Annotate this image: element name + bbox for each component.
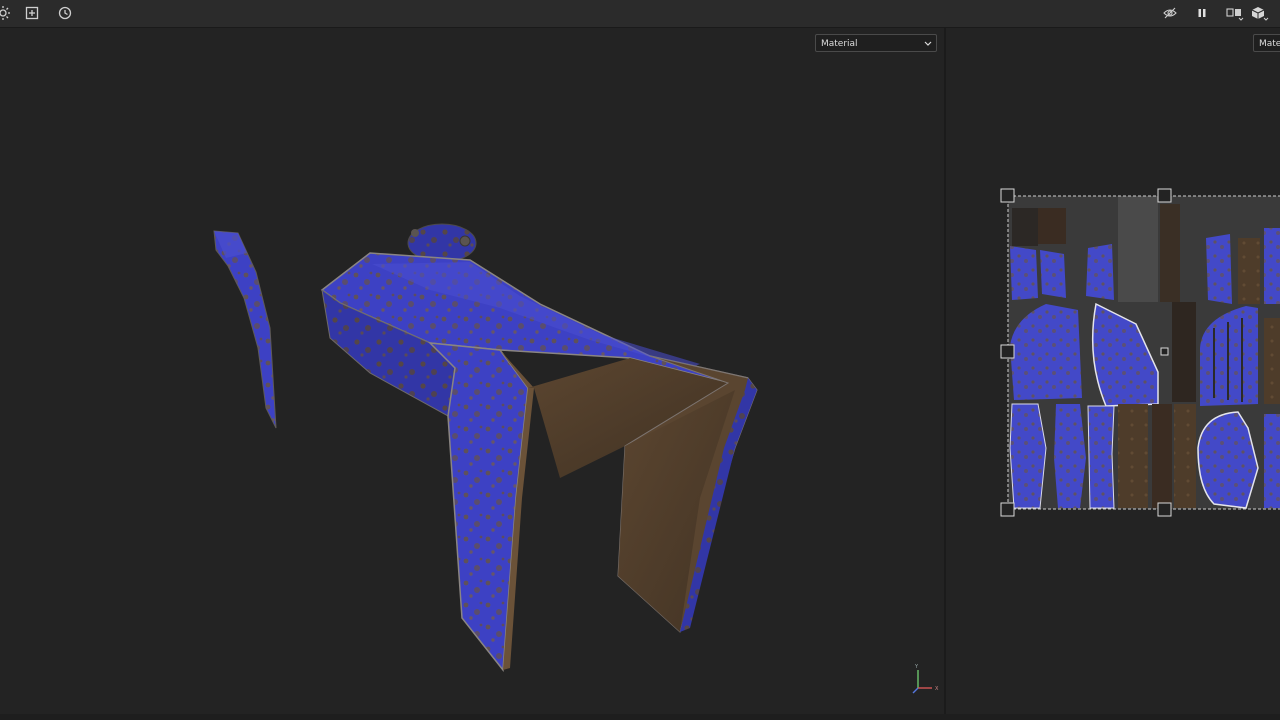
- add-frame-icon[interactable]: [21, 3, 43, 23]
- pause-icon[interactable]: [1191, 3, 1213, 23]
- bottom-strip: [0, 714, 1280, 720]
- hide-eye-icon[interactable]: [1159, 3, 1181, 23]
- 3d-model-render: Y X: [213, 223, 939, 694]
- 2d-uv-viewport[interactable]: Material: [946, 28, 1280, 714]
- axis-x-label: X: [935, 686, 939, 692]
- top-toolbar: [0, 0, 1280, 28]
- history-clock-icon[interactable]: [54, 3, 76, 23]
- chevron-down-icon: [924, 35, 932, 51]
- uv-texture-map: [1000, 188, 1280, 517]
- 3d-viewport[interactable]: Y X Material: [0, 28, 944, 714]
- 3d-material-dropdown-value: Material: [821, 39, 858, 49]
- split-view-icon[interactable]: [1224, 3, 1246, 23]
- axis-gizmo: Y X: [912, 664, 939, 694]
- brightness-icon[interactable]: [0, 3, 14, 23]
- axis-y-label: Y: [914, 664, 919, 670]
- 3d-material-dropdown[interactable]: Material: [815, 34, 937, 52]
- cube-view-icon[interactable]: [1249, 3, 1271, 23]
